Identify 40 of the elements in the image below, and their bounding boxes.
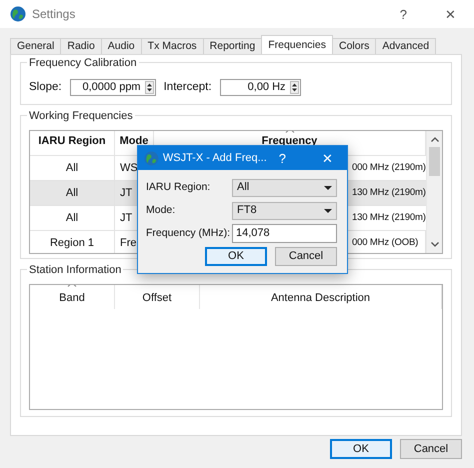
table-cell: Region 1 [30, 231, 115, 254]
dialog-button[interactable]: Cancel [400, 439, 462, 459]
spin-box[interactable]: 0,00 Hz [220, 79, 301, 96]
app-icon [144, 150, 159, 166]
spin-arrows-icon [290, 81, 299, 94]
app-icon [10, 6, 26, 22]
tab[interactable]: Radio [60, 38, 102, 54]
dropdown-arrow-icon [324, 186, 332, 190]
scroll-up-icon[interactable] [430, 137, 438, 142]
help-button[interactable]: ? [396, 8, 411, 20]
column-header[interactable]: IARU Region [30, 131, 115, 156]
dialog-button[interactable]: OK [205, 247, 267, 266]
field-label: Slope: [29, 80, 62, 95]
field-label: Intercept: [164, 80, 212, 95]
tab[interactable]: Reporting [202, 38, 262, 54]
column-header[interactable]: Band [30, 285, 115, 310]
tab[interactable]: Advanced [375, 38, 436, 54]
tab[interactable]: Frequencies [261, 35, 333, 54]
input-field[interactable]: 14,078 [232, 224, 337, 243]
dropdown[interactable]: All [232, 178, 337, 196]
column-header[interactable]: Antenna Description [200, 285, 442, 310]
dialog-button[interactable]: OK [330, 439, 392, 459]
window-title: Settings [32, 6, 76, 23]
tab[interactable]: Tx Macros [140, 38, 204, 54]
dropdown[interactable]: FT8 [232, 202, 337, 220]
scrollbar-thumb[interactable] [429, 147, 440, 176]
tab[interactable]: Audio [100, 38, 142, 54]
group-title: Frequency Calibration [27, 55, 139, 72]
tab[interactable]: General [10, 38, 62, 54]
scrollbar[interactable] [426, 131, 442, 254]
spin-arrows-icon [144, 81, 154, 94]
close-button[interactable]: ✕ [441, 8, 460, 20]
spin-box[interactable]: 0,0000 ppm [70, 79, 156, 96]
column-header[interactable]: Offset [115, 285, 200, 310]
table-cell: All [30, 206, 115, 230]
scroll-down-icon[interactable] [430, 242, 438, 248]
dialog-button[interactable]: Cancel [275, 247, 337, 266]
table-cell: All [30, 181, 115, 206]
dropdown-arrow-icon [324, 208, 332, 212]
tab[interactable]: Colors [332, 38, 376, 54]
